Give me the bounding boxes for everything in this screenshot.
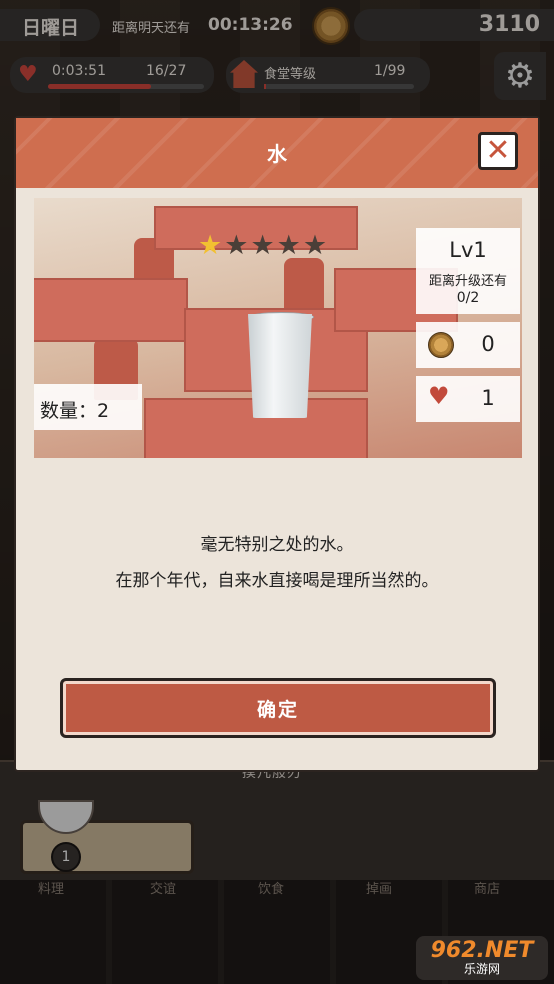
site-watermark: 962.NET 乐游网: [416, 936, 548, 980]
dialog-title: 水: [267, 142, 287, 166]
coin-icon: [428, 332, 454, 358]
quantity-label: 数量：2: [40, 400, 110, 422]
coin-value: 0: [481, 332, 495, 356]
description-line-2: 在那个年代，自来水直接喝是理所当然的。: [115, 571, 439, 591]
table-shape: [34, 278, 188, 342]
watermark-text: 乐游网: [463, 961, 500, 976]
heart-value: 1: [481, 386, 495, 410]
water-glass-icon: [248, 314, 312, 418]
item-detail-dialog: 水 ✕ ★ ★ ★ ★ ★ Lv1 距离升级还有 0/2 0 ♥ 1 数量：2 毫无特别…: [14, 116, 540, 772]
rarity-stars: ★ ★ ★ ★ ★: [198, 232, 327, 259]
confirm-button[interactable]: 确定: [60, 678, 496, 738]
star-empty-icon: ★: [276, 230, 301, 261]
watermark-logo: 962.NET: [430, 937, 534, 963]
star-empty-icon: ★: [224, 230, 249, 261]
level-until-label: 距离升级还有: [428, 274, 507, 289]
dialog-header: 水 ✕: [16, 118, 538, 188]
close-icon: ✕: [485, 133, 511, 168]
level-label: Lv1: [449, 238, 487, 262]
heart-icon: ♥: [428, 382, 450, 410]
star-empty-icon: ★: [250, 230, 275, 261]
star-empty-icon: ★: [302, 230, 328, 261]
star-filled-icon: ★: [198, 230, 223, 261]
level-progress: 0/2: [456, 290, 480, 306]
description-line-1: 毫无特别之处的水。: [200, 535, 354, 555]
close-button[interactable]: ✕: [478, 132, 518, 170]
